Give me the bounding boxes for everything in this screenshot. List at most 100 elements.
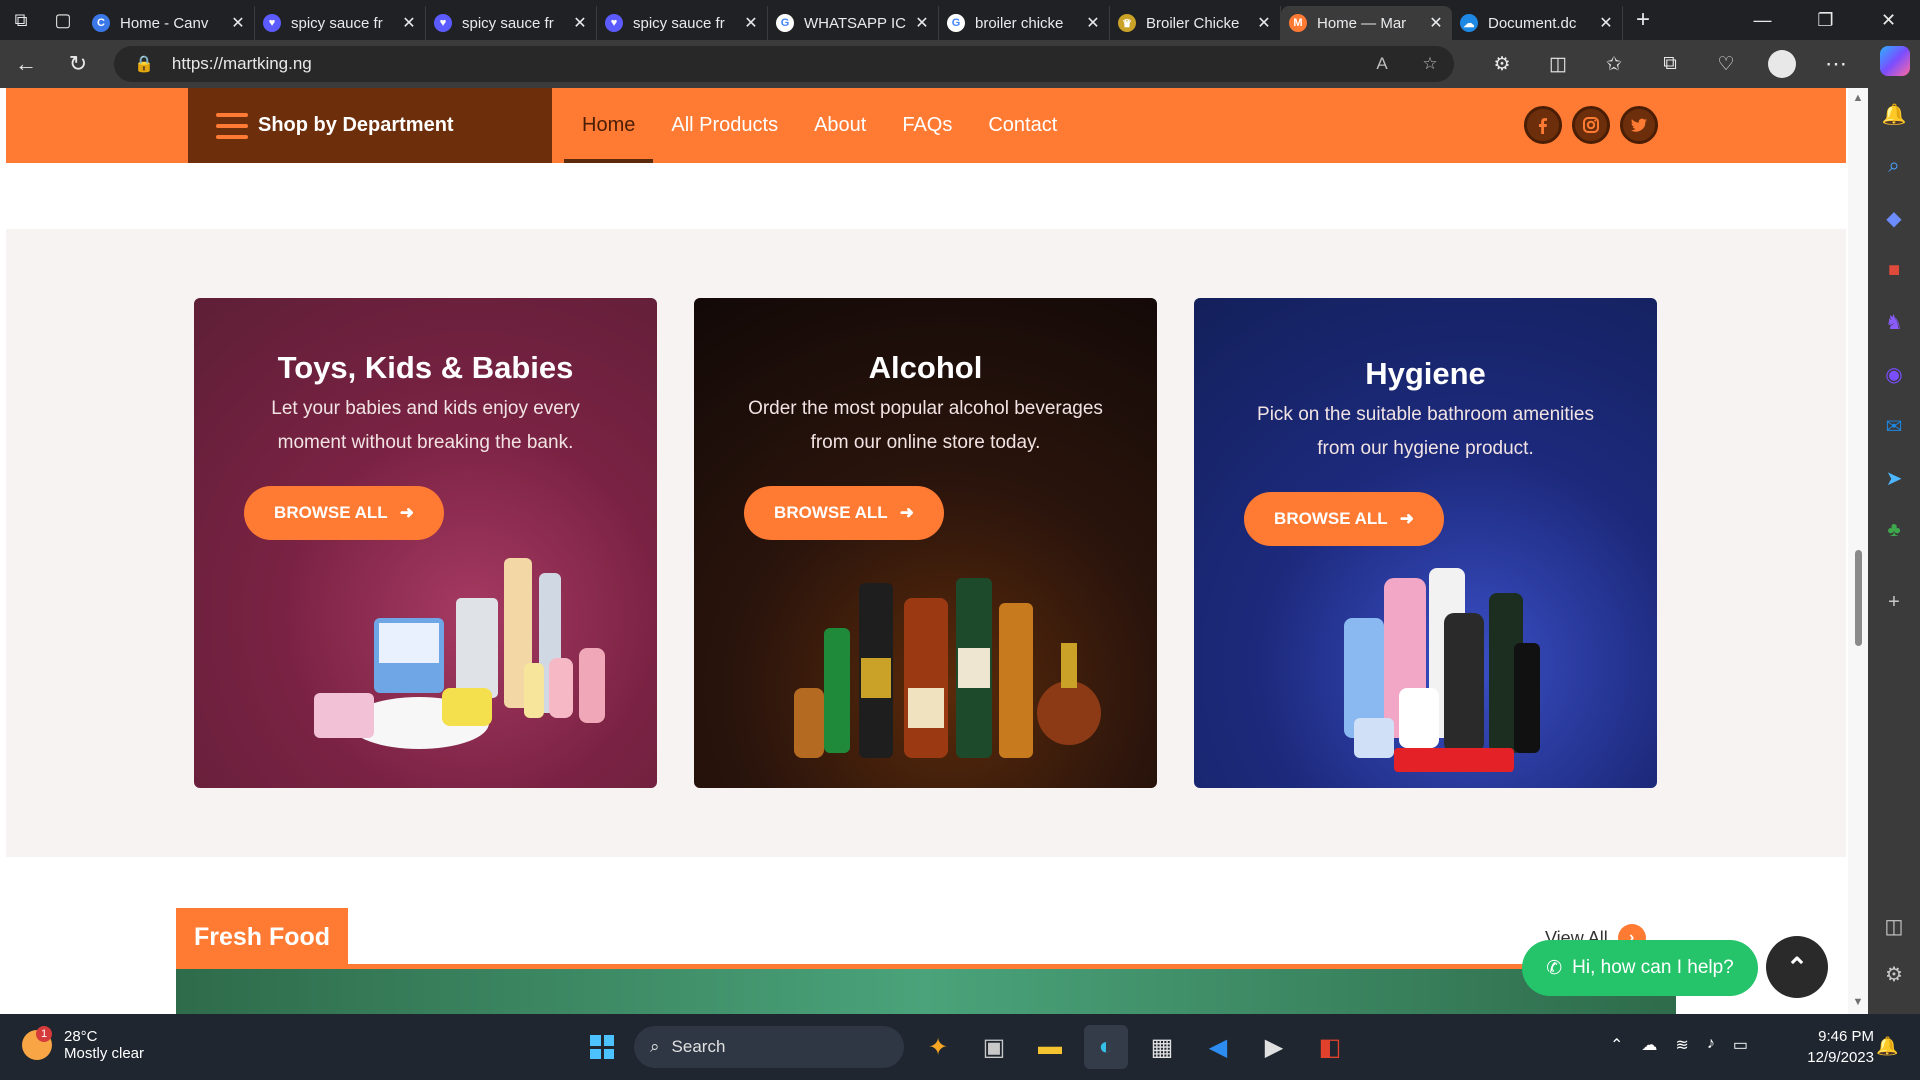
maximize-button[interactable]: ❐	[1794, 10, 1857, 31]
toolbox-icon[interactable]: ■	[1868, 244, 1920, 296]
scroll-to-top-button[interactable]: ⌃	[1766, 936, 1828, 998]
send-icon[interactable]: ➤	[1868, 452, 1920, 504]
site-navbar: Shop by Department Home All Products Abo…	[6, 88, 1846, 163]
tab-label: broiler chicke	[975, 14, 1064, 32]
settings-gear-icon[interactable]: ⚙	[1868, 948, 1920, 1000]
browser-tab[interactable]: ♛ Broiler Chicke ✕	[1110, 6, 1281, 40]
tab-close-icon[interactable]: ✕	[572, 13, 588, 33]
tab-close-icon[interactable]: ✕	[1085, 13, 1101, 33]
favorites-icon[interactable]: ✩	[1586, 53, 1642, 76]
menu-faqs[interactable]: FAQs	[884, 88, 970, 163]
back-button[interactable]: ←	[0, 51, 52, 77]
browse-all-button[interactable]: BROWSE ALL ➜	[244, 486, 444, 540]
games-icon[interactable]: ♞	[1868, 296, 1920, 348]
twitter-icon[interactable]	[1620, 106, 1658, 144]
menu-contact[interactable]: Contact	[970, 88, 1075, 163]
instagram-icon[interactable]	[1572, 106, 1610, 144]
favorite-star-icon[interactable]: ☆	[1406, 54, 1454, 74]
browser-tab[interactable]: ♥ spicy sauce fr ✕	[426, 6, 597, 40]
browse-all-button[interactable]: BROWSE ALL ➜	[744, 486, 944, 540]
copilot-icon[interactable]	[1880, 46, 1910, 76]
browse-label: BROWSE ALL	[274, 503, 388, 522]
notification-bell-icon[interactable]: 🔔	[1868, 88, 1920, 140]
office-icon[interactable]: ◧	[1308, 1025, 1352, 1069]
close-window-button[interactable]: ✕	[1857, 10, 1920, 31]
tray-chevron-up-icon[interactable]: ⌃	[1610, 1035, 1623, 1055]
whatsapp-chat-button[interactable]: ✆ Hi, how can I help?	[1522, 940, 1758, 996]
menu-about[interactable]: About	[796, 88, 884, 163]
new-tab-button[interactable]: +	[1623, 6, 1663, 34]
tab-favicon-icon: ♛	[1118, 14, 1136, 32]
fresh-food-banner[interactable]	[176, 969, 1676, 1014]
weather-widget[interactable]: 1 28°C Mostly clear	[22, 1026, 144, 1062]
workspaces-icon[interactable]: ⧉	[0, 0, 42, 40]
profile-avatar[interactable]	[1768, 50, 1796, 78]
tab-close-icon[interactable]: ✕	[1428, 13, 1444, 33]
tab-close-icon[interactable]: ✕	[230, 13, 246, 33]
weather-temp: 28°C	[64, 1028, 98, 1045]
menu-home[interactable]: Home	[564, 88, 654, 163]
url-text[interactable]: https://martking.ng	[172, 54, 1358, 74]
scroll-thumb[interactable]	[1855, 550, 1862, 646]
add-icon[interactable]: +	[1868, 576, 1920, 628]
browser-tab[interactable]: ♥ spicy sauce fr ✕	[255, 6, 426, 40]
tab-close-icon[interactable]: ✕	[401, 13, 417, 33]
collections-icon[interactable]: ⧉	[1642, 53, 1698, 76]
read-aloud-icon[interactable]: A	[1358, 54, 1406, 74]
browser-tab[interactable]: C Home - Canv ✕	[84, 6, 255, 40]
refresh-button[interactable]: ↻	[52, 51, 104, 77]
tab-close-icon[interactable]: ✕	[1598, 13, 1614, 33]
tab-close-icon[interactable]: ✕	[1256, 13, 1272, 33]
taskbar-search[interactable]: ⌕ Search	[634, 1026, 904, 1068]
category-card-toys[interactable]: Toys, Kids & Babies Let your babies and …	[194, 298, 657, 788]
alcohol-bottles-image	[794, 578, 1101, 758]
tab-close-icon[interactable]: ✕	[914, 13, 930, 33]
copilot-taskbar-icon[interactable]: ✦	[916, 1025, 960, 1069]
lock-icon[interactable]: 🔒	[134, 54, 154, 74]
browser-tab[interactable]: M Home — Mar ✕	[1281, 6, 1452, 40]
browser-tab[interactable]: G WHATSAPP IC ✕	[768, 6, 939, 40]
minimize-button[interactable]: —	[1731, 10, 1794, 31]
performance-icon[interactable]: ♡	[1698, 53, 1754, 76]
card-description: Let your babies and kids enjoy every mom…	[271, 398, 580, 453]
more-menu-icon[interactable]: ⋯	[1810, 51, 1862, 77]
split-screen-icon[interactable]: ◫	[1530, 53, 1586, 76]
outlook-icon[interactable]: ✉	[1868, 400, 1920, 452]
browser-tab[interactable]: ☁ Document.dc ✕	[1452, 6, 1623, 40]
file-explorer-icon[interactable]: ▬	[1028, 1025, 1072, 1069]
edge-browser-icon[interactable]: ◐	[1084, 1025, 1128, 1069]
page-scrollbar[interactable]: ▲ ▼	[1848, 88, 1868, 1014]
tree-icon[interactable]: ♣	[1868, 504, 1920, 556]
task-view-icon[interactable]: ▣	[972, 1025, 1016, 1069]
windows-taskbar: 1 28°C Mostly clear ⌕ Search ✦ ▣ ▬ ◐ ▦ ◀…	[0, 1014, 1920, 1080]
category-card-alcohol[interactable]: Alcohol Order the most popular alcohol b…	[694, 298, 1157, 788]
media-player-icon[interactable]: ▶	[1252, 1025, 1296, 1069]
cloud-off-icon[interactable]: ☁	[1641, 1035, 1657, 1055]
volume-icon[interactable]: ♪	[1707, 1035, 1715, 1055]
browser-tab[interactable]: ♥ spicy sauce fr ✕	[597, 6, 768, 40]
shop-by-department-button[interactable]: Shop by Department	[188, 88, 552, 163]
tag-icon[interactable]: ◆	[1868, 192, 1920, 244]
tab-close-icon[interactable]: ✕	[743, 13, 759, 33]
battery-icon[interactable]: ▭	[1733, 1035, 1748, 1055]
search-icon[interactable]: ⌕	[1868, 140, 1920, 192]
scroll-up-arrow-icon[interactable]: ▲	[1850, 92, 1866, 104]
extensions-icon[interactable]: ⚙	[1474, 53, 1530, 76]
wifi-icon[interactable]: ≋	[1675, 1035, 1688, 1055]
copilot-sidebar-icon[interactable]: ◉	[1868, 348, 1920, 400]
start-button[interactable]	[582, 1027, 622, 1067]
browser-tab-bar: ⧉ ▢ C Home - Canv ✕ ♥ spicy sauce fr ✕ ♥ spicy …	[0, 0, 1920, 40]
scroll-down-arrow-icon[interactable]: ▼	[1850, 996, 1866, 1008]
notifications-bell-icon[interactable]: 🔔	[1876, 1036, 1898, 1057]
sidebar-toggle-icon[interactable]: ◫	[1868, 900, 1920, 952]
browser-tab[interactable]: Gbroiler chicke ✕	[939, 6, 1110, 40]
tab-label: Home - Canv	[120, 14, 209, 32]
facebook-icon[interactable]	[1524, 106, 1562, 144]
microsoft-store-icon[interactable]: ▦	[1140, 1025, 1184, 1069]
menu-all-products[interactable]: All Products	[653, 88, 796, 163]
address-bar[interactable]: 🔒 https://martking.ng A ☆	[114, 46, 1454, 82]
taskbar-clock[interactable]: 9:46 PM 12/9/2023	[1796, 1026, 1874, 1068]
category-card-hygiene[interactable]: Hygiene Pick on the suitable bathroom am…	[1194, 298, 1657, 788]
vscode-icon[interactable]: ◀	[1196, 1025, 1240, 1069]
tab-actions-icon[interactable]: ▢	[42, 0, 84, 40]
